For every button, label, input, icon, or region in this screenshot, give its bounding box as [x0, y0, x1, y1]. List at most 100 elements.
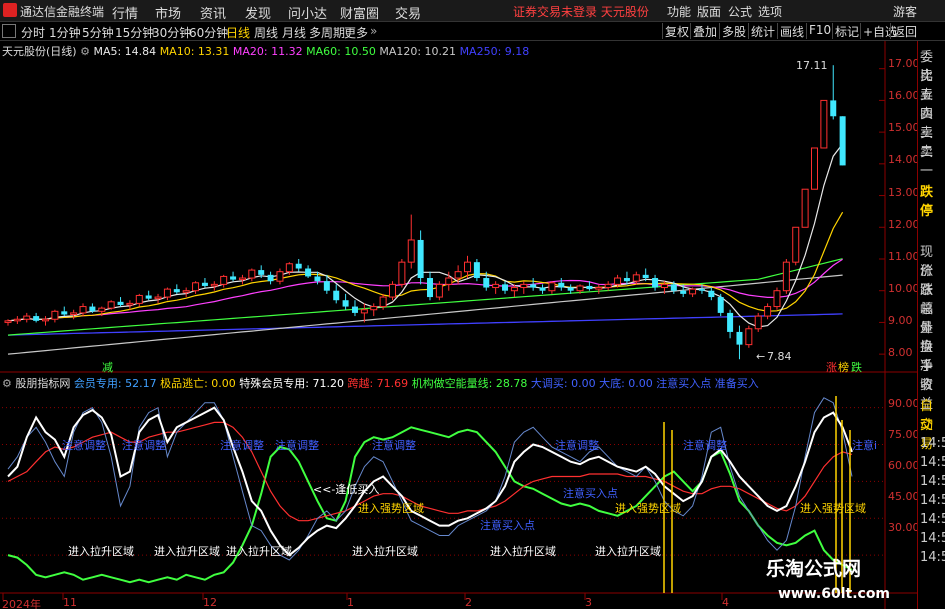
price-tick: 15.00: [888, 121, 920, 134]
panel-tick-time: 14:56: [920, 531, 945, 546]
candle-body: [689, 288, 697, 295]
candle-body: [135, 294, 143, 304]
ma60-line: [7, 258, 843, 336]
signal-attention: 注意调整: [372, 439, 416, 452]
candle-body: [107, 301, 115, 309]
settings-icon[interactable]: ⚙: [2, 377, 12, 390]
candle-body: [830, 100, 837, 117]
candle-body: [192, 282, 200, 292]
signal-strong: 进入强势区域: [800, 502, 866, 515]
candle-body: [89, 306, 96, 312]
panel-tick-time: 14:56: [920, 550, 945, 565]
candle-body: [276, 271, 284, 282]
candle-body: [238, 277, 246, 281]
candle-body: [548, 282, 556, 292]
fall-tag[interactable]: 跌: [851, 359, 862, 375]
candle-body: [230, 276, 237, 280]
candle-body: [360, 309, 368, 314]
stock-name: 天元股份(日线): [2, 45, 77, 58]
candle-body: [727, 312, 734, 332]
candle-body: [145, 295, 152, 299]
price-tick: 16.00: [888, 89, 920, 102]
candle-body: [13, 318, 21, 322]
price-tick: 13.00: [888, 186, 920, 199]
candle-body: [333, 290, 340, 301]
candle-body: [680, 290, 687, 294]
panel-tick-time: 14:56: [920, 474, 945, 489]
list-tag[interactable]: 榜: [838, 359, 849, 375]
candle-body: [520, 283, 528, 289]
candle-body: [379, 296, 387, 308]
price-tick: 8.00: [888, 346, 913, 359]
candle-body: [660, 283, 668, 289]
price-tick: 11.00: [888, 250, 920, 263]
signal-attention: 注意调整: [122, 439, 166, 452]
candle-body: [754, 315, 762, 330]
date-tick: 2: [465, 596, 472, 609]
date-tick: 12: [203, 596, 217, 609]
indicator-tick: 90.00: [888, 397, 920, 410]
signal-pull: 进入拉升区域: [352, 545, 418, 558]
indicator-legend: ⚙ 股朋指标网 会员专用: 52.17 极品逃亡: 0.00 特殊会员专用: 7…: [2, 375, 759, 391]
date-tick: 11: [63, 596, 77, 609]
candle-body: [614, 277, 622, 285]
candle-body: [604, 283, 612, 289]
signal-strong: 进入强势区域: [358, 502, 424, 515]
candle-body: [98, 307, 106, 312]
candle-body: [595, 287, 603, 290]
candle-body: [632, 274, 640, 282]
panel-sell1: 卖一: [920, 145, 934, 179]
reduce-mark: 减: [102, 361, 113, 374]
indicator-tick: 30.00: [888, 521, 920, 534]
candle-body: [388, 283, 396, 298]
rise-tag[interactable]: 涨: [826, 359, 837, 375]
ma20-label: MA20: 11.32: [232, 45, 303, 58]
ma250-label: MA250: 9.18: [459, 45, 530, 58]
candle-body: [810, 147, 818, 190]
candle-body: [708, 290, 715, 298]
low-price-label: 7.84: [767, 350, 792, 363]
signal-attention: 注意调整: [555, 439, 599, 452]
main-legend: 天元股份(日线) ⚙ MA5: 14.84 MA10: 13.31 MA20: …: [2, 43, 529, 59]
date-tick: 4: [722, 596, 729, 609]
candle-body: [586, 285, 593, 290]
signal-attention: 注意调整: [62, 439, 106, 452]
settings-icon[interactable]: ⚙: [80, 45, 90, 58]
candle-body: [502, 284, 509, 291]
indicator-tick: 45.00: [888, 490, 920, 503]
signal-buy-point: 注意买入点: [480, 519, 535, 532]
ma5-line: [7, 143, 844, 328]
candle-body: [258, 270, 265, 275]
candle-body: [820, 99, 828, 149]
signal-pull: 进入拉升区域: [68, 545, 134, 558]
candle-body: [764, 306, 772, 317]
ma5-label: MA5: 14.84: [93, 45, 157, 58]
indicator-tick: 75.00: [888, 428, 920, 441]
candle-body: [126, 302, 134, 306]
high-price-label: 17.11: [796, 59, 828, 72]
candle-body: [248, 269, 256, 279]
candle-body: [698, 289, 705, 291]
indicator-name: 股朋指标网: [15, 377, 71, 390]
low-price-arrow-icon: ←: [756, 350, 766, 363]
quote-side-panel: 委比 卖五 卖四 卖三 卖二 卖一 跌停 现价 涨跌 涨幅 总量 外盘 换手 净…: [917, 41, 945, 609]
candle-body: [295, 263, 302, 269]
candle-body: [539, 287, 546, 291]
candle-body: [370, 306, 378, 311]
ma120-label: MA120: 10.21: [379, 45, 457, 58]
candle-body: [492, 283, 500, 289]
candle-body: [42, 318, 50, 322]
big-buy-label: 大调买: 0.00: [530, 377, 596, 390]
signal-pull: 进入拉升区域: [490, 545, 556, 558]
signal-attention: 注意调整: [683, 439, 727, 452]
candle-body: [417, 239, 424, 279]
candle-body: [70, 312, 78, 315]
kline-chart[interactable]: [0, 0, 917, 609]
signal-pull: 进入拉升区域: [595, 545, 661, 558]
candle-body: [173, 289, 180, 293]
candle-body: [33, 316, 40, 321]
watermark-url: www.60lt.com: [778, 586, 891, 602]
candle-body: [435, 283, 443, 298]
candle-body: [792, 226, 800, 263]
candle-body: [427, 278, 433, 298]
